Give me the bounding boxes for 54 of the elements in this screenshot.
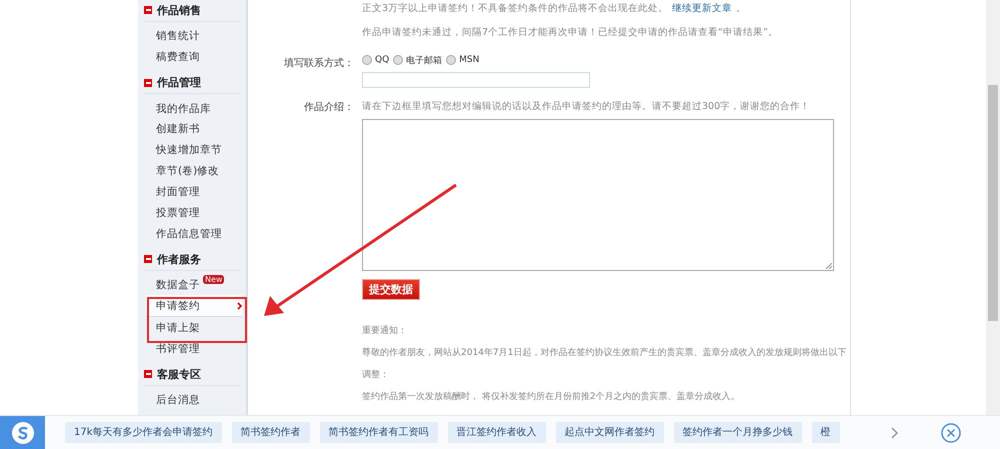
notice-text: 重要通知： [362, 325, 408, 338]
suggestion-chip[interactable]: 签约作者一个月挣多少钱 [674, 422, 802, 443]
sidebar-item[interactable]: 快速增加章节 [138, 140, 242, 161]
minus-icon [144, 78, 152, 87]
notice-text: 签约作品第一次发放稿酬时， 将仅补发签约所在月份前推2个月之内的贵宾票、盖章分成收入。 [362, 391, 741, 404]
note-text: 正文3万字以上申请签约！不具备签约条件的作品将不会出现在此处。 继续更新文章 。 [362, 2, 748, 16]
radio-label: 电子邮箱 [406, 54, 442, 66]
sidebar-item[interactable]: 稿费查询 [138, 46, 242, 68]
scrollbar[interactable] [986, 0, 1000, 415]
suggestion-chip[interactable]: 橙 [812, 422, 840, 443]
sidebar-item[interactable]: 销售统计 [138, 26, 242, 47]
new-badge: New [203, 275, 224, 284]
radio-button[interactable] [393, 55, 404, 65]
suggestion-chip[interactable]: 简书签约作者有工资吗 [320, 422, 438, 443]
minus-icon [144, 255, 152, 264]
radio-label: MSN [459, 55, 480, 65]
intro-hint: 请在下边框里填写您想对编辑说的话以及作品申请签约的理由等。请不要超过300字，谢谢您的合作！ [362, 100, 812, 114]
sidebar-item[interactable]: 数据盒子 $^{New}$ [138, 274, 242, 296]
minus-icon [144, 370, 152, 378]
notice-text: 尊敬的作者朋友，网站从2014年7月1日起，对作品在签约协议生效前产生的贵宾票、盖章分成收入的发放规则将做出以下 [362, 347, 846, 360]
sidebar-section-title: 客服专区 [144, 364, 240, 386]
sidebar-section-title: 作品管理 [144, 72, 240, 94]
chevron-icon [237, 302, 242, 310]
notice-text: 调整： [362, 369, 390, 382]
radio-button[interactable] [362, 55, 372, 65]
sidebar-item[interactable]: 创建新书 [138, 118, 242, 140]
suggestion-chip[interactable]: 晋江签约作者收入 [448, 422, 546, 443]
sidebar-item[interactable]: 申请上架 [138, 317, 242, 338]
sidebar-item[interactable]: 我的作品库 [138, 98, 242, 119]
note-text: 作品申请签约未通过，间隔7个工作日才能再次申请！已经提交申请的作品请查看“申请结果”。 [362, 26, 778, 40]
sidebar-item[interactable]: 作品信息管理 [138, 223, 242, 244]
resize-grip-icon [826, 263, 832, 269]
minus-icon [144, 6, 152, 14]
update-link[interactable]: 继续更新文章 [672, 3, 732, 14]
sidebar-item[interactable]: 书评管理 [138, 338, 242, 359]
scroll-thumb[interactable] [988, 85, 998, 321]
radio-label: QQ [375, 55, 390, 65]
sidebar-section-title: 作品销售 [144, 0, 240, 22]
chevron-right-icon[interactable] [891, 426, 899, 438]
intro-text-area[interactable] [362, 119, 834, 271]
intro-label: 作品介绍： [303, 101, 355, 114]
sidebar-item[interactable]: 章节(卷)修改 [138, 160, 242, 182]
close-icon[interactable] [941, 422, 961, 442]
submit-button[interactable]: 提交数据 [362, 279, 420, 300]
sidebar-item[interactable]: 封面管理 [138, 181, 242, 202]
suggestion-chip[interactable]: 简书签约作者 [232, 422, 310, 443]
contact-input-field[interactable] [362, 72, 590, 88]
sidebar-item[interactable]: 后台消息 [138, 390, 242, 410]
radio-button[interactable] [446, 55, 456, 65]
suggestion-chip[interactable]: 起点中文网作者签约 [556, 422, 664, 443]
suggestion-chip[interactable]: 17k每天有多少作者会申请签约 [65, 422, 222, 443]
sidebar-item[interactable]: 投票管理 [138, 202, 242, 224]
contact-label: 填写联系方式： [283, 56, 355, 70]
sidebar-section-title: 作者服务 [144, 248, 240, 271]
